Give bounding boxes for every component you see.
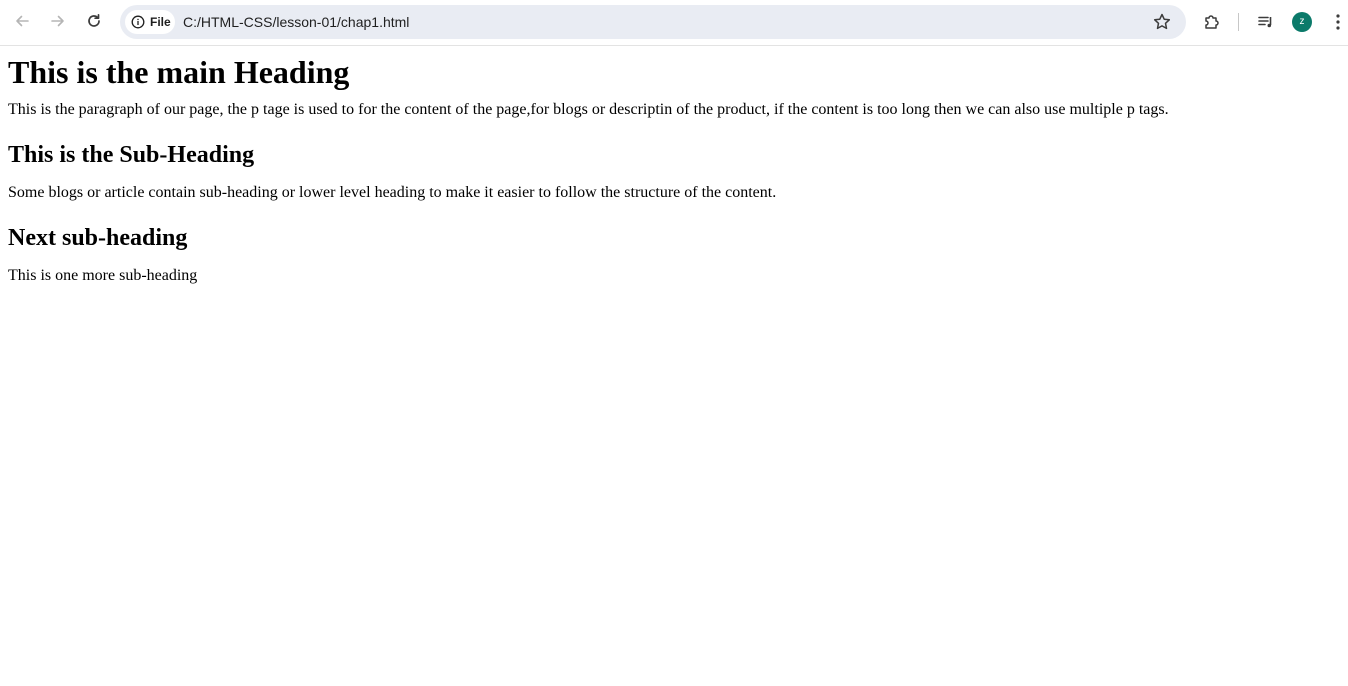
browser-toolbar: File C:/HTML-CSS/lesson-01/chap1.html z [0,0,1348,46]
sub-heading-2: Next sub-heading [8,225,188,251]
toolbar-divider [1238,13,1239,31]
site-info-chip[interactable]: File [125,10,175,34]
paragraph-1: This is the paragraph of our page, the p… [8,101,1169,118]
media-button[interactable] [1254,10,1278,34]
extensions-button[interactable] [1200,10,1224,34]
address-bar[interactable]: File C:/HTML-CSS/lesson-01/chap1.html [120,5,1186,39]
kebab-menu-icon [1336,14,1340,30]
media-queue-icon [1258,16,1272,28]
menu-button[interactable] [1326,10,1348,34]
avatar[interactable]: z [1292,12,1312,32]
puzzle-icon [1205,15,1219,29]
sub-heading-1: This is the Sub-Heading [8,142,255,168]
reload-button[interactable] [79,6,109,36]
paragraph-3: This is one more sub-heading [8,267,198,284]
forward-button[interactable] [43,6,73,36]
main-heading: This is the main Heading [8,54,350,90]
security-chip-label: File [150,15,171,29]
star-icon[interactable] [1152,12,1172,32]
paragraph-2: Some blogs or article contain sub-headin… [8,184,777,201]
back-button[interactable] [7,6,37,36]
url-text[interactable]: C:/HTML-CSS/lesson-01/chap1.html [183,14,409,30]
info-icon [131,15,145,29]
arrow-left-icon [16,15,29,27]
arrow-right-icon [51,15,64,27]
page-content: This is the main Heading This is the par… [8,46,1338,285]
reload-icon [88,13,100,27]
